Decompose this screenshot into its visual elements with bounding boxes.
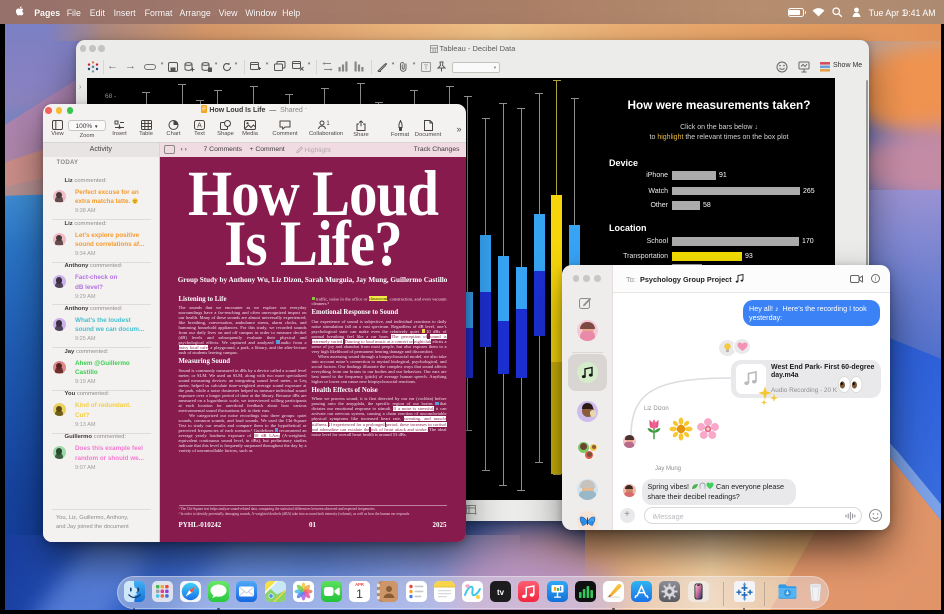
svg-text:T: T [424, 65, 429, 72]
svg-text:tv: tv [497, 588, 505, 597]
svg-text:+: + [474, 512, 478, 516]
svg-text:A: A [197, 122, 202, 129]
svg-text:1: 1 [326, 121, 330, 127]
svg-text:i: i [875, 277, 877, 283]
svg-text:1: 1 [356, 587, 363, 601]
